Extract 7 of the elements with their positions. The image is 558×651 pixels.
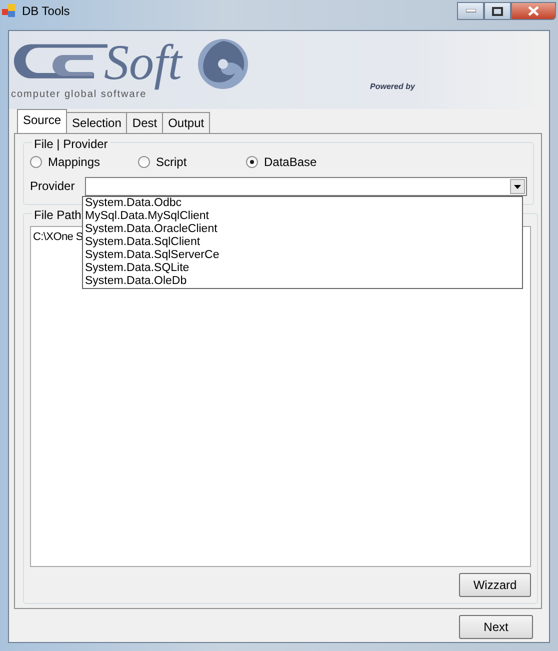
window-title: DB Tools <box>22 3 70 20</box>
powered-by-label: Powered by <box>370 81 415 93</box>
provider-label: Provider <box>30 178 75 195</box>
radio-label: Mappings <box>48 154 100 171</box>
radio-label: Script <box>156 154 187 171</box>
radio-label: DataBase <box>264 154 317 171</box>
logo-tagline: computer global software <box>11 89 147 102</box>
